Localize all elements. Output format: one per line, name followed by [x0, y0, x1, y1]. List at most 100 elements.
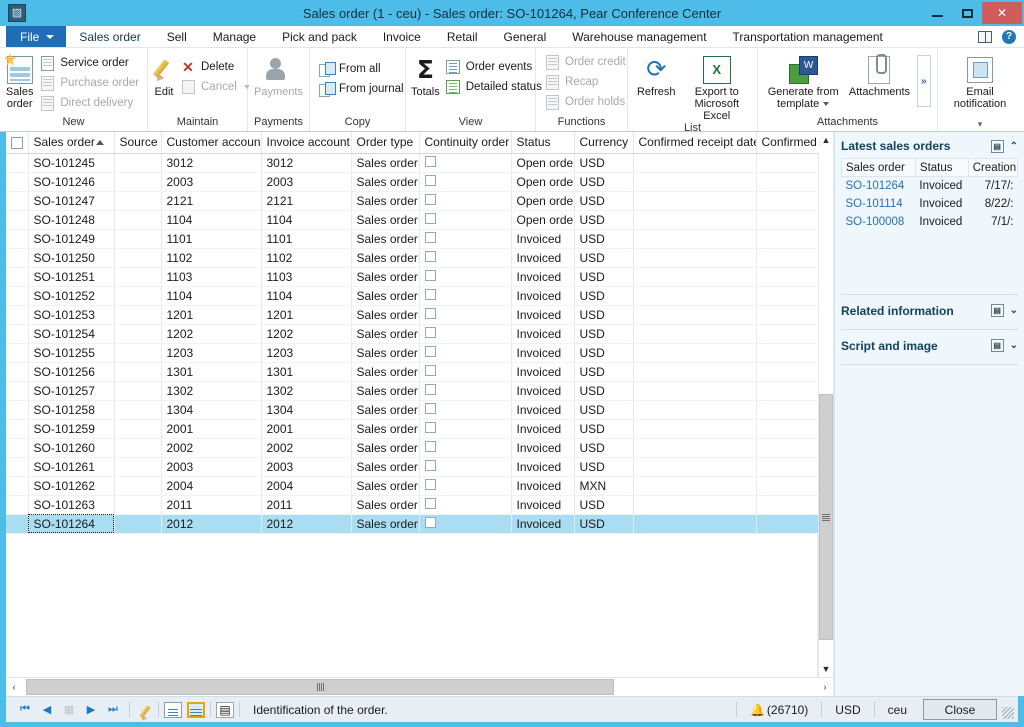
- tab-file[interactable]: File: [6, 26, 67, 47]
- continuity-order-checkbox[interactable]: [424, 440, 436, 452]
- detail-view-button[interactable]: [164, 701, 182, 718]
- cell-confirmed-shipping[interactable]: [756, 324, 822, 344]
- horizontal-scroll-track[interactable]: [22, 678, 817, 696]
- cell-sales-order[interactable]: SO-101264: [28, 514, 115, 534]
- cell-continuity-order[interactable]: [419, 229, 512, 249]
- row-checkbox-cell[interactable]: [6, 476, 29, 496]
- factbox-script-and-image-header[interactable]: Script and image ▤ ⌄: [841, 336, 1018, 356]
- factbox-column-sales-order[interactable]: Sales order: [841, 158, 916, 177]
- cell-currency[interactable]: USD: [574, 229, 634, 249]
- column-header-customer-account[interactable]: Customer account: [161, 132, 262, 154]
- row-checkbox-cell[interactable]: [6, 248, 29, 268]
- cell-continuity-order[interactable]: [419, 514, 512, 534]
- cell-invoice-account[interactable]: 2002: [261, 438, 352, 458]
- table-row[interactable]: SO-101259 2001 2001 Sales order Invoiced USD: [6, 419, 822, 439]
- cell-source[interactable]: [114, 343, 162, 363]
- cell-source[interactable]: [114, 267, 162, 287]
- continuity-order-checkbox[interactable]: [424, 478, 436, 490]
- detailed-status-button[interactable]: Detailed status: [441, 77, 546, 97]
- continuity-order-checkbox[interactable]: [424, 212, 436, 224]
- cell-order-type[interactable]: Sales order: [351, 324, 420, 344]
- cell-continuity-order[interactable]: [419, 324, 512, 344]
- cell-order-type[interactable]: Sales order: [351, 305, 420, 325]
- cell-status[interactable]: Invoiced: [511, 286, 575, 306]
- table-row[interactable]: SO-101260 2002 2002 Sales order Invoiced USD: [6, 438, 822, 458]
- scroll-right-button[interactable]: ›: [817, 678, 833, 696]
- row-checkbox-cell[interactable]: [6, 172, 29, 192]
- refresh-button[interactable]: ⟳ Refresh: [632, 52, 680, 99]
- cell-status[interactable]: Open order: [511, 210, 575, 230]
- column-header-continuity-order[interactable]: Continuity order: [419, 132, 512, 154]
- vertical-scroll-track[interactable]: [819, 148, 833, 661]
- tab-warehouse-management[interactable]: Warehouse management: [559, 26, 719, 47]
- cell-sales-order[interactable]: SO-101260: [28, 438, 115, 458]
- cell-sales-order[interactable]: SO-101246: [28, 172, 115, 192]
- column-header-status[interactable]: Status: [511, 132, 575, 154]
- cell-confirmed-receipt-date[interactable]: [633, 343, 757, 363]
- cell-invoice-account[interactable]: 1104: [261, 286, 352, 306]
- notifications-indicator[interactable]: 🔔 (26710): [742, 703, 816, 717]
- cell-source[interactable]: [114, 153, 162, 173]
- cell-status[interactable]: Invoiced: [511, 438, 575, 458]
- service-order-button[interactable]: Service order: [35, 53, 143, 73]
- cell-confirmed-shipping[interactable]: [756, 438, 822, 458]
- cell-currency[interactable]: USD: [574, 457, 634, 477]
- continuity-order-checkbox[interactable]: [424, 345, 436, 357]
- cell-sales-order[interactable]: SO-101245: [28, 153, 115, 173]
- factbox-options-icon[interactable]: ▤: [990, 139, 1004, 153]
- table-row[interactable]: SO-101248 1104 1104 Sales order Open order US…: [6, 210, 822, 230]
- continuity-order-checkbox[interactable]: [424, 193, 436, 205]
- cell-order-type[interactable]: Sales order: [351, 191, 420, 211]
- cell-sales-order[interactable]: SO-101263: [28, 495, 115, 515]
- first-record-button[interactable]: ⏮: [14, 700, 36, 720]
- continuity-order-checkbox[interactable]: [424, 497, 436, 509]
- cell-source[interactable]: [114, 419, 162, 439]
- cell-continuity-order[interactable]: [419, 400, 512, 420]
- cell-order-type[interactable]: Sales order: [351, 457, 420, 477]
- factbox-cell-creation[interactable]: 7/1/:: [968, 213, 1017, 231]
- cell-source[interactable]: [114, 400, 162, 420]
- cell-continuity-order[interactable]: [419, 286, 512, 306]
- cell-confirmed-shipping[interactable]: [756, 476, 822, 496]
- cell-source[interactable]: [114, 324, 162, 344]
- cell-invoice-account[interactable]: 1302: [261, 381, 352, 401]
- continuity-order-checkbox[interactable]: [424, 516, 436, 528]
- tab-transportation-management[interactable]: Transportation management: [720, 26, 896, 47]
- cell-status[interactable]: Invoiced: [511, 305, 575, 325]
- cell-source[interactable]: [114, 457, 162, 477]
- cell-source[interactable]: [114, 248, 162, 268]
- cell-order-type[interactable]: Sales order: [351, 438, 420, 458]
- resize-grip-icon[interactable]: [1002, 706, 1014, 719]
- cell-currency[interactable]: USD: [574, 286, 634, 306]
- row-checkbox-cell[interactable]: [6, 362, 29, 382]
- cell-invoice-account[interactable]: 1102: [261, 248, 352, 268]
- cell-order-type[interactable]: Sales order: [351, 153, 420, 173]
- cell-customer-account[interactable]: 1301: [161, 362, 262, 382]
- cell-sales-order[interactable]: SO-101252: [28, 286, 115, 306]
- cell-sales-order[interactable]: SO-101254: [28, 324, 115, 344]
- scroll-up-button[interactable]: ▲: [819, 132, 833, 148]
- cell-currency[interactable]: USD: [574, 210, 634, 230]
- scroll-down-button[interactable]: ▼: [819, 661, 833, 677]
- cell-invoice-account[interactable]: 2003: [261, 172, 352, 192]
- cell-invoice-account[interactable]: 1101: [261, 229, 352, 249]
- cell-confirmed-receipt-date[interactable]: [633, 172, 757, 192]
- email-notification-button[interactable]: Email notification: [943, 52, 1017, 110]
- table-row[interactable]: SO-101251 1103 1103 Sales order Invoiced USD: [6, 267, 822, 287]
- cell-invoice-account[interactable]: 3012: [261, 153, 352, 173]
- column-header-source[interactable]: Source: [114, 132, 162, 154]
- cell-confirmed-receipt-date[interactable]: [633, 419, 757, 439]
- cell-source[interactable]: [114, 172, 162, 192]
- cell-order-type[interactable]: Sales order: [351, 343, 420, 363]
- cell-confirmed-shipping[interactable]: [756, 172, 822, 192]
- cell-status[interactable]: Open order: [511, 172, 575, 192]
- totals-button[interactable]: Σ Totals: [410, 52, 441, 98]
- cell-continuity-order[interactable]: [419, 305, 512, 325]
- row-checkbox-cell[interactable]: [6, 324, 29, 344]
- cell-currency[interactable]: USD: [574, 248, 634, 268]
- cell-order-type[interactable]: Sales order: [351, 286, 420, 306]
- column-header-currency[interactable]: Currency: [574, 132, 634, 154]
- cell-confirmed-shipping[interactable]: [756, 248, 822, 268]
- row-checkbox-cell[interactable]: [6, 343, 29, 363]
- factbox-row[interactable]: SO-101264 Invoiced 7/17/:: [842, 177, 1018, 195]
